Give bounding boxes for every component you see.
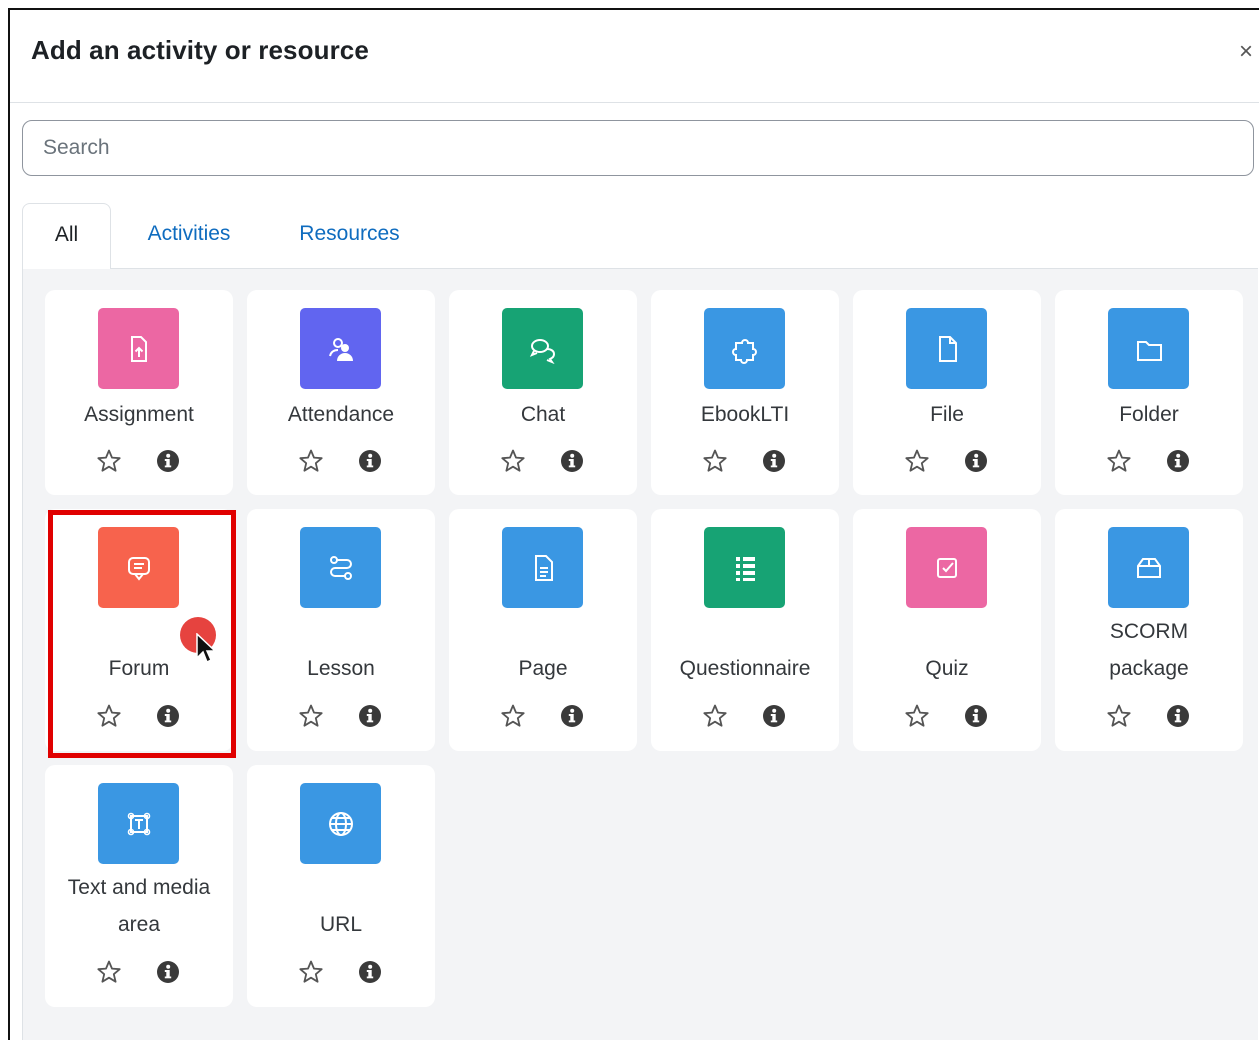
info-icon[interactable]	[964, 704, 988, 728]
activity-name: Lesson	[307, 657, 375, 680]
info-icon[interactable]	[358, 449, 382, 473]
activity-name: EbookLTI	[700, 403, 790, 426]
activity-name: Quiz	[925, 657, 969, 680]
info-icon[interactable]	[1166, 449, 1190, 473]
star-icon[interactable]	[1106, 448, 1132, 474]
info-icon[interactable]	[156, 449, 180, 473]
page-icon	[502, 527, 583, 608]
activity-name: Chat	[520, 403, 566, 426]
info-icon[interactable]	[762, 449, 786, 473]
activity-name-line2: package	[1109, 657, 1189, 680]
star-icon[interactable]	[298, 959, 324, 985]
info-icon[interactable]	[560, 449, 584, 473]
scorm-icon	[1108, 527, 1189, 608]
info-icon[interactable]	[156, 704, 180, 728]
activity-card-text-and-media[interactable]: Text and media area	[45, 765, 233, 1007]
text-media-icon	[98, 783, 179, 864]
modal-title: Add an activity or resource	[31, 35, 369, 65]
assignment-icon	[98, 308, 179, 389]
activity-name-line2: area	[117, 913, 161, 936]
activity-name: SCORM	[1109, 620, 1189, 643]
tab-activities[interactable]: Activities	[119, 203, 259, 269]
info-icon[interactable]	[964, 449, 988, 473]
activity-card-url[interactable]: URL	[247, 765, 435, 1007]
star-icon[interactable]	[500, 448, 526, 474]
activity-card-questionnaire[interactable]: Questionnaire	[651, 509, 839, 751]
chat-icon	[502, 308, 583, 389]
activity-name: Assignment	[84, 403, 194, 426]
activity-name: Page	[518, 657, 568, 680]
star-icon[interactable]	[702, 703, 728, 729]
tab-resources[interactable]: Resources	[277, 203, 422, 269]
lesson-icon	[300, 527, 381, 608]
mouse-cursor-icon	[196, 633, 217, 664]
info-icon[interactable]	[1166, 704, 1190, 728]
info-icon[interactable]	[358, 960, 382, 984]
star-icon[interactable]	[298, 448, 324, 474]
activity-name: Attendance	[287, 403, 395, 426]
attendance-icon	[300, 308, 381, 389]
file-icon	[906, 308, 987, 389]
star-icon[interactable]	[904, 703, 930, 729]
star-icon[interactable]	[904, 448, 930, 474]
activity-card-folder[interactable]: Folder	[1055, 290, 1243, 495]
star-icon[interactable]	[1106, 703, 1132, 729]
activity-card-lesson[interactable]: Lesson	[247, 509, 435, 751]
star-icon[interactable]	[96, 959, 122, 985]
folder-icon	[1108, 308, 1189, 389]
activity-card-file[interactable]: File	[853, 290, 1041, 495]
activity-card-chat[interactable]: Chat	[449, 290, 637, 495]
activity-name: Questionnaire	[679, 657, 811, 680]
activity-name: URL	[319, 913, 362, 936]
info-icon[interactable]	[156, 960, 180, 984]
activity-card-quiz[interactable]: Quiz	[853, 509, 1041, 751]
info-icon[interactable]	[560, 704, 584, 728]
activity-card-ebooklti[interactable]: EbookLTI	[651, 290, 839, 495]
puzzle-icon	[704, 308, 785, 389]
star-icon[interactable]	[96, 703, 122, 729]
activity-name: File	[930, 403, 964, 426]
tab-bar: All Activities Resources	[22, 203, 1258, 269]
star-icon[interactable]	[96, 448, 122, 474]
modal-header: Add an activity or resource ×	[10, 10, 1259, 103]
activity-card-assignment[interactable]: Assignment	[45, 290, 233, 495]
close-button[interactable]: ×	[1232, 38, 1259, 66]
activity-card-scorm[interactable]: SCORM package	[1055, 509, 1243, 751]
tab-all[interactable]: All	[22, 203, 111, 269]
star-icon[interactable]	[298, 703, 324, 729]
activity-name: Folder	[1119, 403, 1179, 426]
activity-card-page[interactable]: Page	[449, 509, 637, 751]
activity-name: Text and media	[67, 876, 211, 899]
questionnaire-icon	[704, 527, 785, 608]
activity-card-attendance[interactable]: Attendance	[247, 290, 435, 495]
forum-icon	[98, 527, 179, 608]
star-icon[interactable]	[702, 448, 728, 474]
globe-icon	[300, 783, 381, 864]
info-icon[interactable]	[358, 704, 382, 728]
search-input[interactable]	[22, 120, 1254, 176]
star-icon[interactable]	[500, 703, 526, 729]
info-icon[interactable]	[762, 704, 786, 728]
quiz-icon	[906, 527, 987, 608]
